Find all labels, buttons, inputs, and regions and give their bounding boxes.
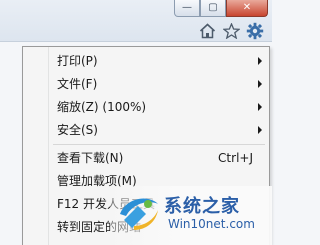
- menu-separator: [53, 144, 265, 145]
- maximize-icon: ▢: [208, 2, 218, 13]
- submenu-arrow-icon: [258, 79, 262, 88]
- watermark-logo-icon: [116, 190, 162, 239]
- watermark-url: Win10net.com: [168, 217, 255, 231]
- menu-item-safety[interactable]: 安全(S): [23, 118, 269, 141]
- minimize-button[interactable]: —: [174, 0, 200, 17]
- minimize-icon: —: [182, 2, 192, 13]
- menu-item-label: 打印(P): [57, 54, 98, 68]
- maximize-button[interactable]: ▢: [200, 0, 226, 17]
- watermark: 系统之家 Win10net.com: [110, 186, 272, 245]
- submenu-arrow-icon: [258, 125, 262, 134]
- menu-item-label: 安全(S): [57, 123, 98, 137]
- window-chrome: — ▢ ✕: [0, 0, 272, 42]
- menu-item-label: 查看下载(N): [57, 151, 124, 165]
- menu-item-shortcut: Ctrl+J: [218, 150, 253, 165]
- tools-gear-icon[interactable]: [246, 22, 264, 40]
- menu-item-zoom[interactable]: 缩放(Z) (100%): [23, 95, 269, 118]
- close-button[interactable]: ✕: [226, 0, 268, 17]
- window-controls: — ▢ ✕: [174, 0, 268, 18]
- menu-item-file[interactable]: 文件(F): [23, 72, 269, 95]
- menu-item-label: 文件(F): [57, 77, 98, 91]
- home-icon[interactable]: [198, 22, 216, 40]
- watermark-title: 系统之家: [164, 196, 240, 217]
- command-toolbar: [198, 22, 264, 40]
- menu-item-label: 缩放(Z) (100%): [57, 100, 147, 114]
- close-icon: ✕: [242, 2, 252, 13]
- favorites-star-icon[interactable]: [222, 22, 240, 40]
- menu-item-view-downloads[interactable]: 查看下载(N) Ctrl+J: [23, 146, 269, 169]
- submenu-arrow-icon: [258, 102, 262, 111]
- menu-item-print[interactable]: 打印(P): [23, 49, 269, 72]
- submenu-arrow-icon: [258, 56, 262, 65]
